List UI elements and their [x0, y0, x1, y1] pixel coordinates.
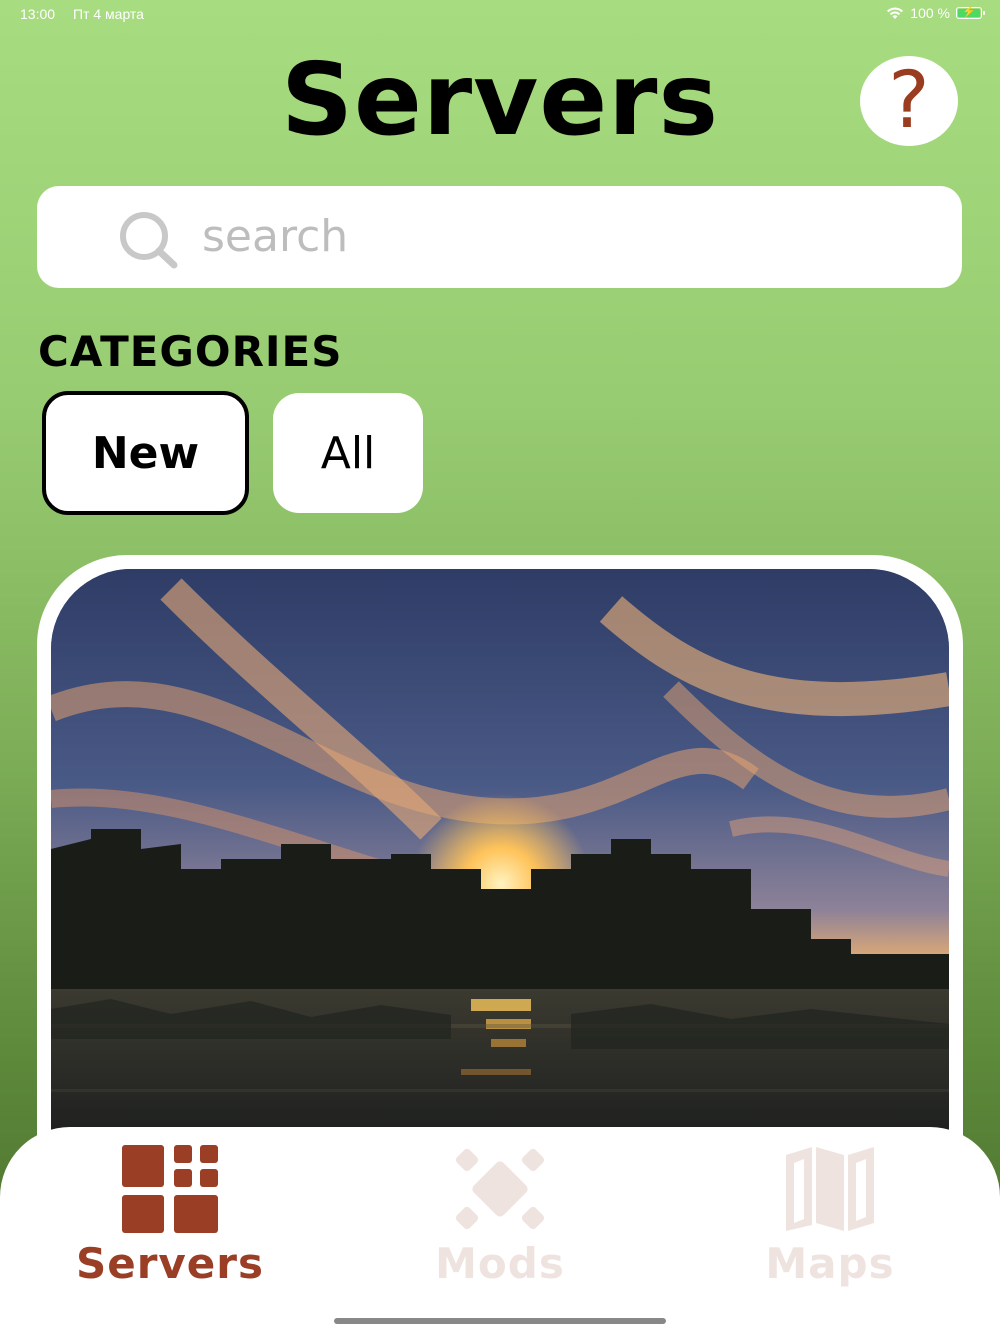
tab-label: Servers [75, 1239, 265, 1288]
category-chip-label: New [91, 427, 200, 479]
help-button[interactable]: ? [860, 56, 958, 146]
status-time: 13:00 [20, 6, 56, 22]
tab-mods[interactable]: Mods [380, 1145, 620, 1295]
category-chip-label: All [320, 427, 376, 479]
status-indicators: 100 % ⚡ [886, 5, 985, 21]
tab-label: Mods [435, 1239, 565, 1288]
battery-percent: 100 % [910, 5, 950, 21]
search-icon [120, 212, 178, 269]
diamond-cluster-icon [455, 1148, 545, 1230]
sunset-landscape-image [51, 569, 949, 1175]
home-indicator [334, 1318, 666, 1324]
wifi-icon [887, 7, 904, 19]
server-card[interactable] [37, 555, 963, 1175]
tab-servers[interactable]: Servers [50, 1145, 290, 1295]
status-bar: 13:00 Пт 4 марта 100 % ⚡ [0, 0, 1000, 28]
categories-heading: CATEGORIES [38, 327, 343, 376]
question-mark-icon: ? [888, 56, 930, 146]
category-chip-all[interactable]: All [273, 393, 423, 513]
status-date: Пт 4 марта [73, 6, 144, 22]
map-icon [786, 1147, 874, 1231]
search-input[interactable] [202, 206, 922, 266]
battery-icon: ⚡ [956, 6, 985, 19]
grid-icon [122, 1145, 218, 1233]
tab-maps[interactable]: Maps [710, 1145, 950, 1295]
search-bar[interactable] [37, 186, 962, 288]
tab-label: Maps [765, 1239, 895, 1288]
page-title: Servers [280, 41, 719, 158]
tab-bar: Servers Mods Maps [0, 1127, 1000, 1334]
category-chip-new[interactable]: New [42, 391, 249, 515]
server-card-image [51, 569, 949, 1175]
